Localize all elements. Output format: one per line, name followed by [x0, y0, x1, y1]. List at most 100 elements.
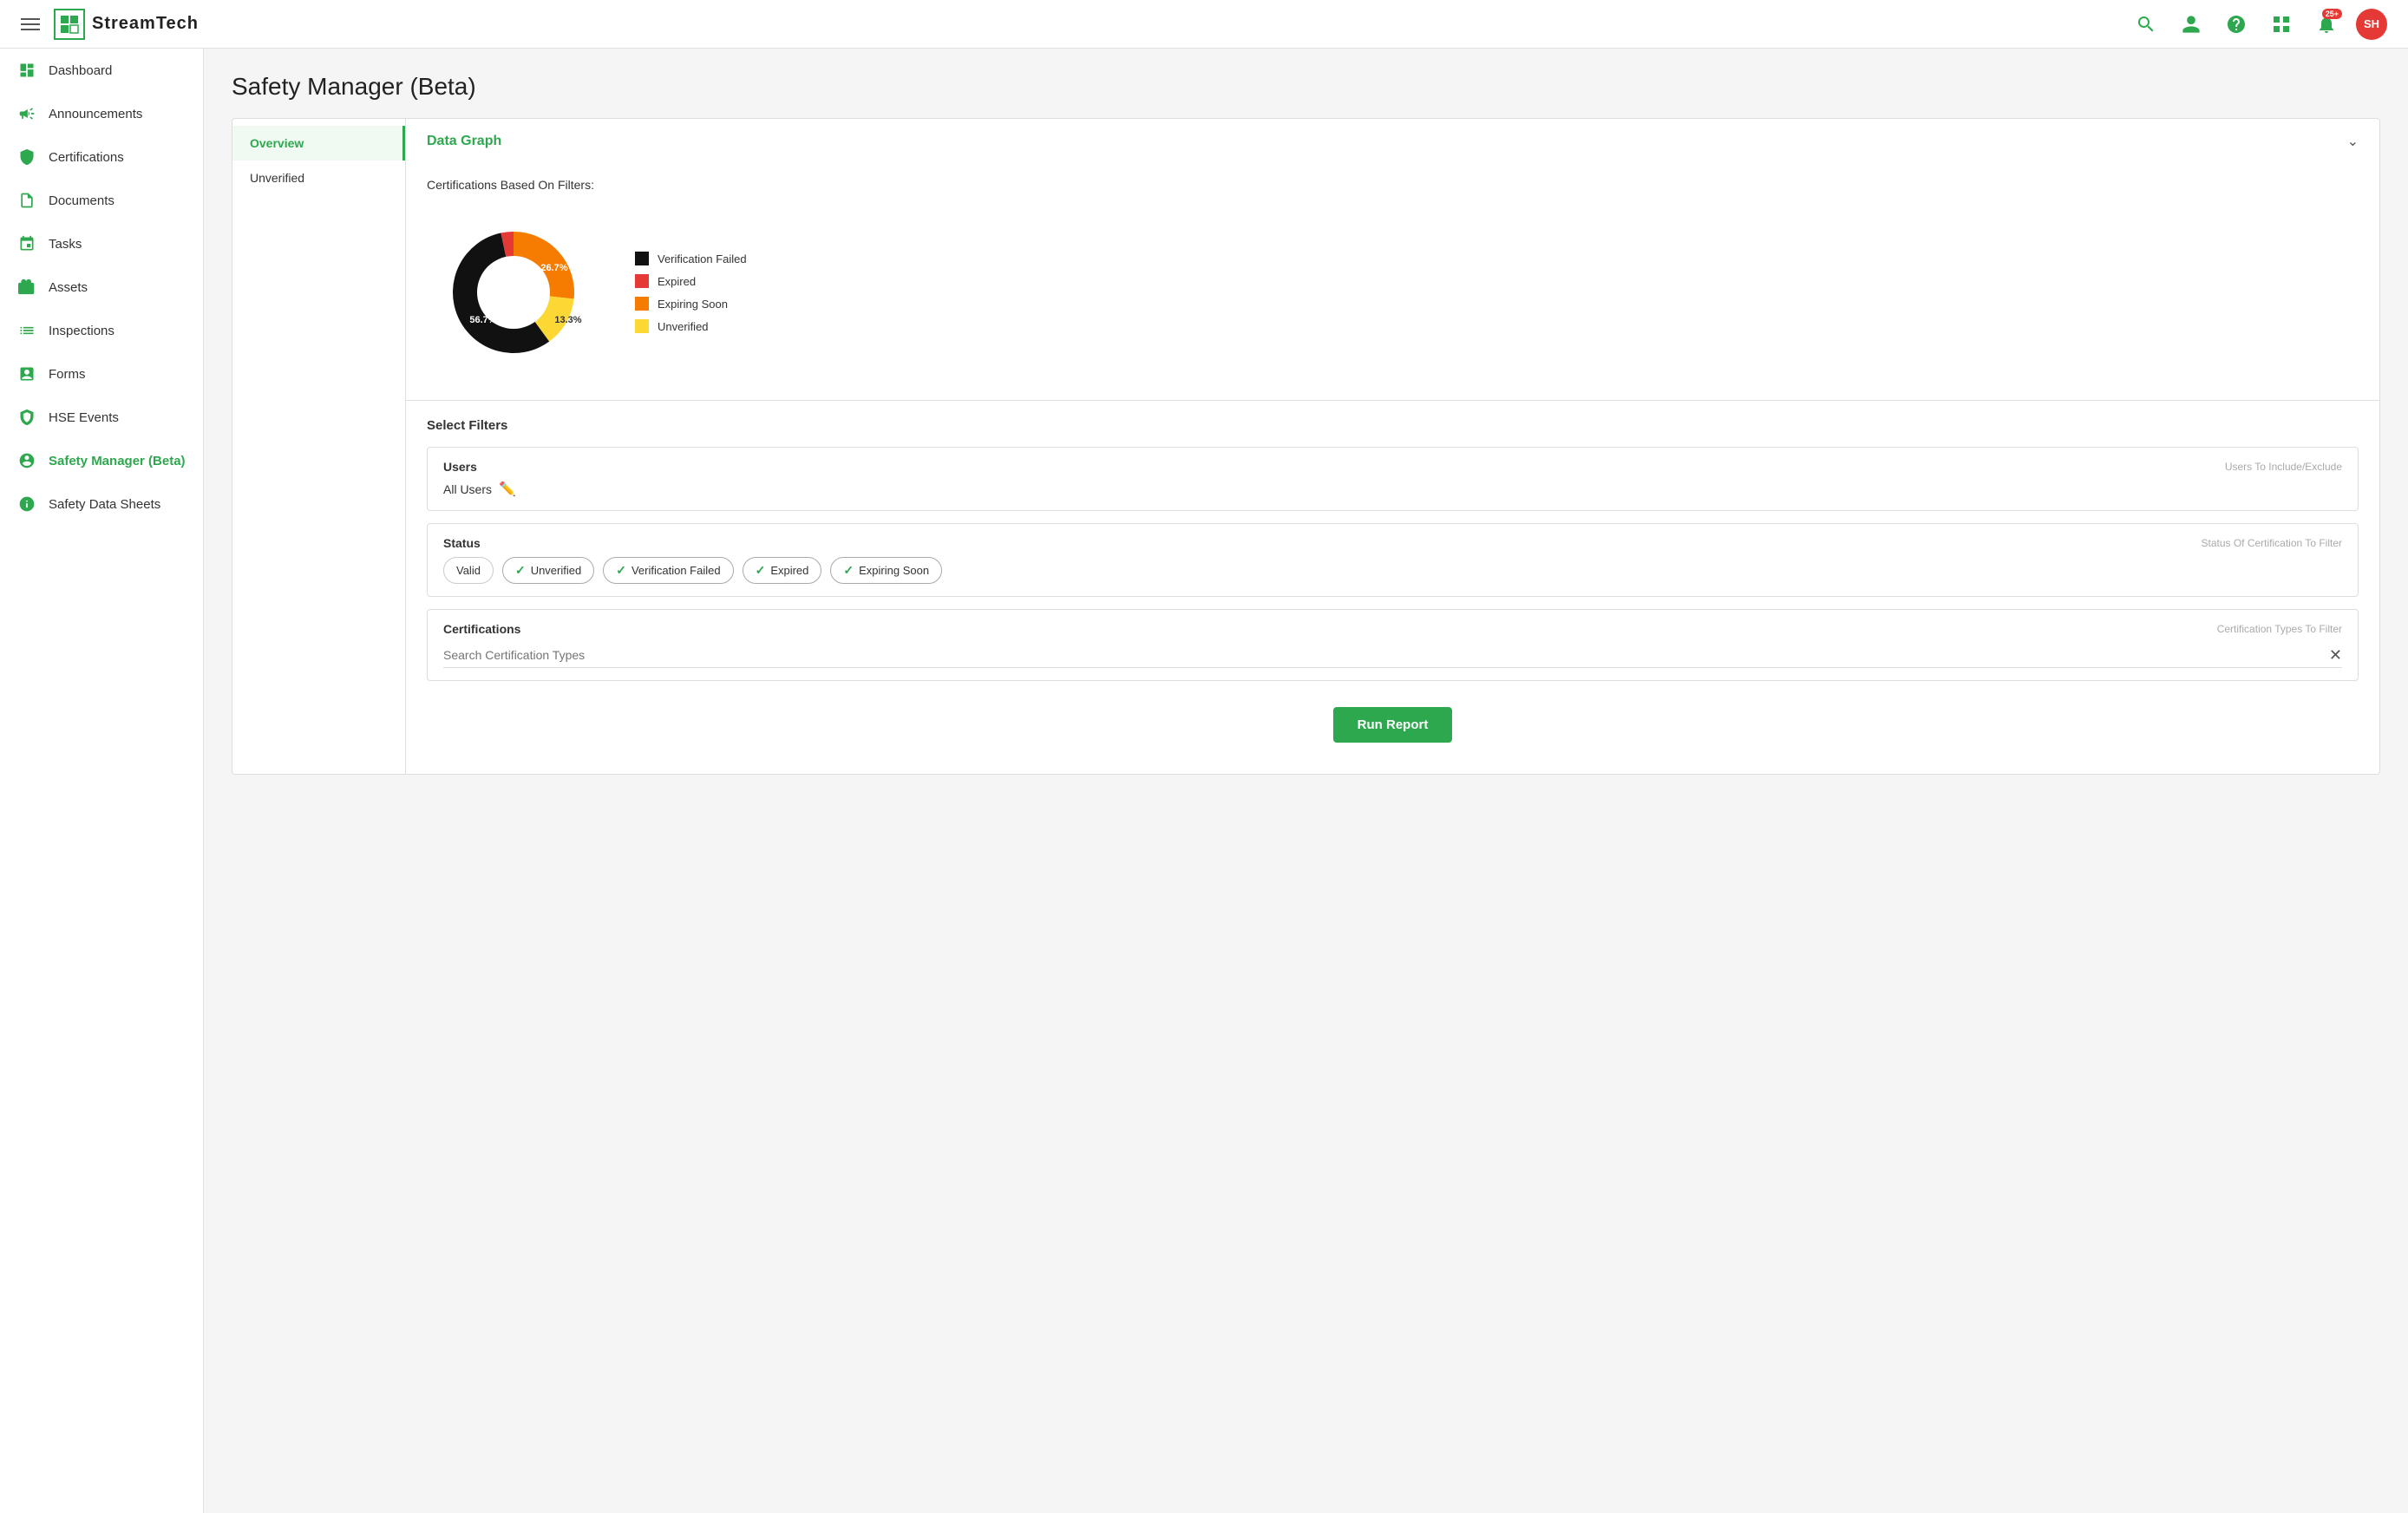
clear-search-icon[interactable]: ✕: [2329, 646, 2342, 665]
legend-color-expiring-soon: [635, 297, 649, 311]
page-title: Safety Manager (Beta): [232, 73, 2380, 101]
sub-nav-unverified[interactable]: Unverified: [232, 160, 405, 195]
sidebar-item-safety-manager[interactable]: Safety Manager (Beta): [0, 439, 203, 482]
sidebar-item-forms[interactable]: Forms: [0, 352, 203, 396]
chart-legend: Verification Failed Expired Expiring Soo…: [635, 252, 747, 333]
logo-text: StreamTech: [92, 14, 199, 34]
sidebar-item-label: Dashboard: [49, 63, 112, 78]
sidebar-item-label: Inspections: [49, 324, 115, 338]
chip-label: Verification Failed: [631, 564, 721, 577]
status-filter-hint: Status Of Certification To Filter: [2201, 537, 2342, 549]
safety-manager-icon: [17, 451, 36, 470]
sidebar-item-announcements[interactable]: Announcements: [0, 92, 203, 135]
dashboard-icon: [17, 61, 36, 80]
announcements-icon: [17, 104, 36, 123]
sidebar-item-assets[interactable]: Assets: [0, 265, 203, 309]
sidebar-item-certifications[interactable]: Certifications: [0, 135, 203, 179]
sidebar: Dashboard Announcements Certifications D…: [0, 49, 204, 1513]
sidebar-item-inspections[interactable]: Inspections: [0, 309, 203, 352]
legend-label: Expiring Soon: [658, 298, 728, 311]
chip-unverified[interactable]: ✓ Unverified: [502, 557, 594, 584]
data-graph-header[interactable]: Data Graph ⌄: [406, 119, 2379, 164]
svg-text:3.3%: 3.3%: [487, 223, 507, 233]
certifications-filter-hint: Certification Types To Filter: [2217, 623, 2342, 635]
sidebar-item-hse-events[interactable]: HSE Events: [0, 396, 203, 439]
sidebar-item-documents[interactable]: Documents: [0, 179, 203, 222]
tasks-icon: [17, 234, 36, 253]
status-filter-label: Status: [443, 536, 481, 550]
legend-label: Unverified: [658, 320, 709, 333]
notification-badge: 25+: [2322, 9, 2342, 19]
grid-button[interactable]: [2266, 9, 2297, 40]
chevron-up-icon: ⌄: [2347, 133, 2359, 150]
users-filter-label: Users: [443, 460, 477, 474]
profile-button[interactable]: [2176, 9, 2207, 40]
chip-check-icon: ✓: [756, 563, 766, 578]
chip-verification-failed[interactable]: ✓ Verification Failed: [603, 557, 733, 584]
chip-valid[interactable]: Valid: [443, 557, 494, 584]
legend-color-unverified: [635, 319, 649, 333]
content-layout: Overview Unverified Data Graph ⌄ Certifi…: [232, 118, 2380, 775]
logo-icon: [54, 9, 85, 40]
status-filter-header: Status Status Of Certification To Filter: [443, 536, 2342, 550]
chip-expiring-soon[interactable]: ✓ Expiring Soon: [830, 557, 942, 584]
chart-area: 56.7% 3.3% 26.7% 13.3%: [427, 206, 2359, 379]
chip-label: Expired: [770, 564, 808, 577]
documents-icon: [17, 191, 36, 210]
certifications-search-wrap: ✕: [443, 643, 2342, 668]
legend-item-unverified: Unverified: [635, 319, 747, 333]
top-header: StreamTech 25+ SH: [0, 0, 2408, 49]
search-button[interactable]: [2130, 9, 2162, 40]
help-button[interactable]: [2221, 9, 2252, 40]
data-graph-section: Data Graph ⌄ Certifications Based On Fil…: [406, 119, 2379, 401]
chip-check-icon: ✓: [515, 563, 526, 578]
users-filter-hint: Users To Include/Exclude: [2225, 461, 2342, 473]
certifications-icon: [17, 147, 36, 167]
legend-label: Expired: [658, 275, 696, 288]
header-left: StreamTech: [21, 9, 199, 40]
certifications-search-input[interactable]: [443, 643, 2342, 668]
filters-title: Select Filters: [427, 418, 2359, 433]
logo-area: StreamTech: [54, 9, 199, 40]
filters-section: Select Filters Users Users To Include/Ex…: [406, 401, 2379, 774]
chip-label: Valid: [456, 564, 481, 577]
edit-users-icon[interactable]: ✏️: [499, 481, 516, 498]
sidebar-item-label: Assets: [49, 280, 88, 295]
sidebar-item-label: Forms: [49, 367, 86, 382]
hamburger-button[interactable]: [21, 18, 40, 30]
status-chips: Valid ✓ Unverified ✓ Verification Failed: [443, 557, 2342, 584]
svg-text:26.7%: 26.7%: [540, 263, 567, 273]
run-report-button[interactable]: Run Report: [1333, 707, 1453, 743]
chip-check-icon: ✓: [616, 563, 626, 578]
sidebar-item-label: Documents: [49, 193, 115, 208]
legend-label: Verification Failed: [658, 252, 747, 265]
hse-events-icon: [17, 408, 36, 427]
svg-text:56.7%: 56.7%: [469, 315, 496, 325]
sidebar-item-label: Tasks: [49, 237, 82, 252]
status-filter-card: Status Status Of Certification To Filter…: [427, 523, 2359, 597]
legend-color-verification-failed: [635, 252, 649, 265]
sub-nav-overview[interactable]: Overview: [232, 126, 405, 160]
sidebar-item-safety-data-sheets[interactable]: Safety Data Sheets: [0, 482, 203, 526]
users-filter-card: Users Users To Include/Exclude All Users…: [427, 447, 2359, 511]
users-filter-header: Users Users To Include/Exclude: [443, 460, 2342, 474]
donut-chart: 56.7% 3.3% 26.7% 13.3%: [427, 206, 600, 379]
sidebar-item-dashboard[interactable]: Dashboard: [0, 49, 203, 92]
legend-item-expired: Expired: [635, 274, 747, 288]
data-graph-title: Data Graph: [427, 134, 501, 149]
run-report-area: Run Report: [427, 693, 2359, 756]
notifications-button[interactable]: 25+: [2311, 9, 2342, 40]
chart-label: Certifications Based On Filters:: [427, 178, 2359, 192]
chip-label: Expiring Soon: [859, 564, 929, 577]
users-filter-value: All Users ✏️: [443, 481, 2342, 498]
avatar-button[interactable]: SH: [2356, 9, 2387, 40]
sidebar-item-tasks[interactable]: Tasks: [0, 222, 203, 265]
sidebar-item-label: HSE Events: [49, 410, 119, 425]
header-right: 25+ SH: [2130, 9, 2387, 40]
sidebar-item-label: Certifications: [49, 150, 124, 165]
sidebar-item-label: Safety Data Sheets: [49, 497, 160, 512]
chip-expired[interactable]: ✓ Expired: [743, 557, 822, 584]
chip-label: Unverified: [531, 564, 582, 577]
right-panel: Data Graph ⌄ Certifications Based On Fil…: [406, 119, 2379, 774]
forms-icon: [17, 364, 36, 383]
